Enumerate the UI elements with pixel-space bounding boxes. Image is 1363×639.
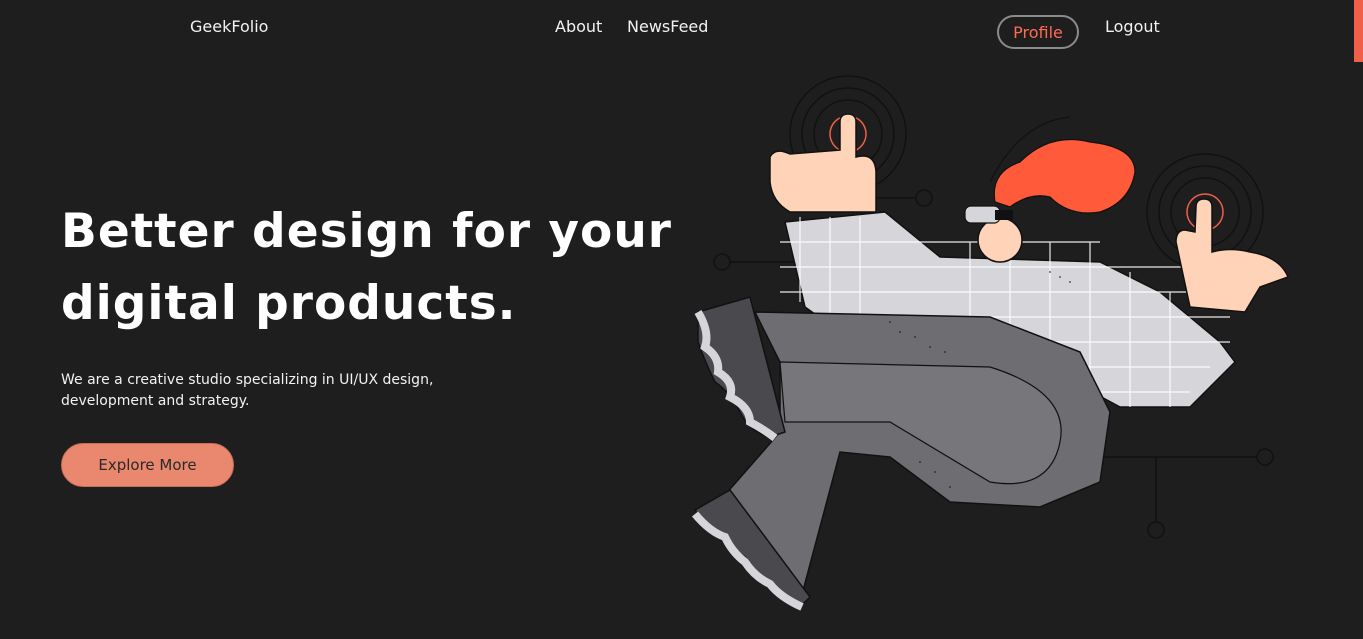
- hero-subtitle-line-2: development and strategy.: [61, 393, 250, 409]
- nav-link-newsfeed[interactable]: NewsFeed: [627, 17, 708, 36]
- brand-logo[interactable]: GeekFolio: [190, 17, 268, 36]
- profile-button[interactable]: Profile: [997, 15, 1079, 49]
- hero-subtitle-line-1: We are a creative studio specializing in…: [61, 372, 434, 388]
- hero-title-line-1: Better design for your: [61, 204, 672, 259]
- hero-title-line-2: digital products.: [61, 276, 517, 331]
- explore-more-button[interactable]: Explore More: [61, 443, 234, 487]
- hero-title: Better design for your digital products.: [61, 196, 681, 340]
- nav-link-about[interactable]: About: [555, 17, 602, 36]
- scrollbar-thumb[interactable]: [1354, 0, 1363, 62]
- hero-subtitle: We are a creative studio specializing in…: [61, 370, 461, 412]
- logout-link[interactable]: Logout: [1105, 17, 1160, 36]
- vr-person-illustration: [691, 75, 1289, 611]
